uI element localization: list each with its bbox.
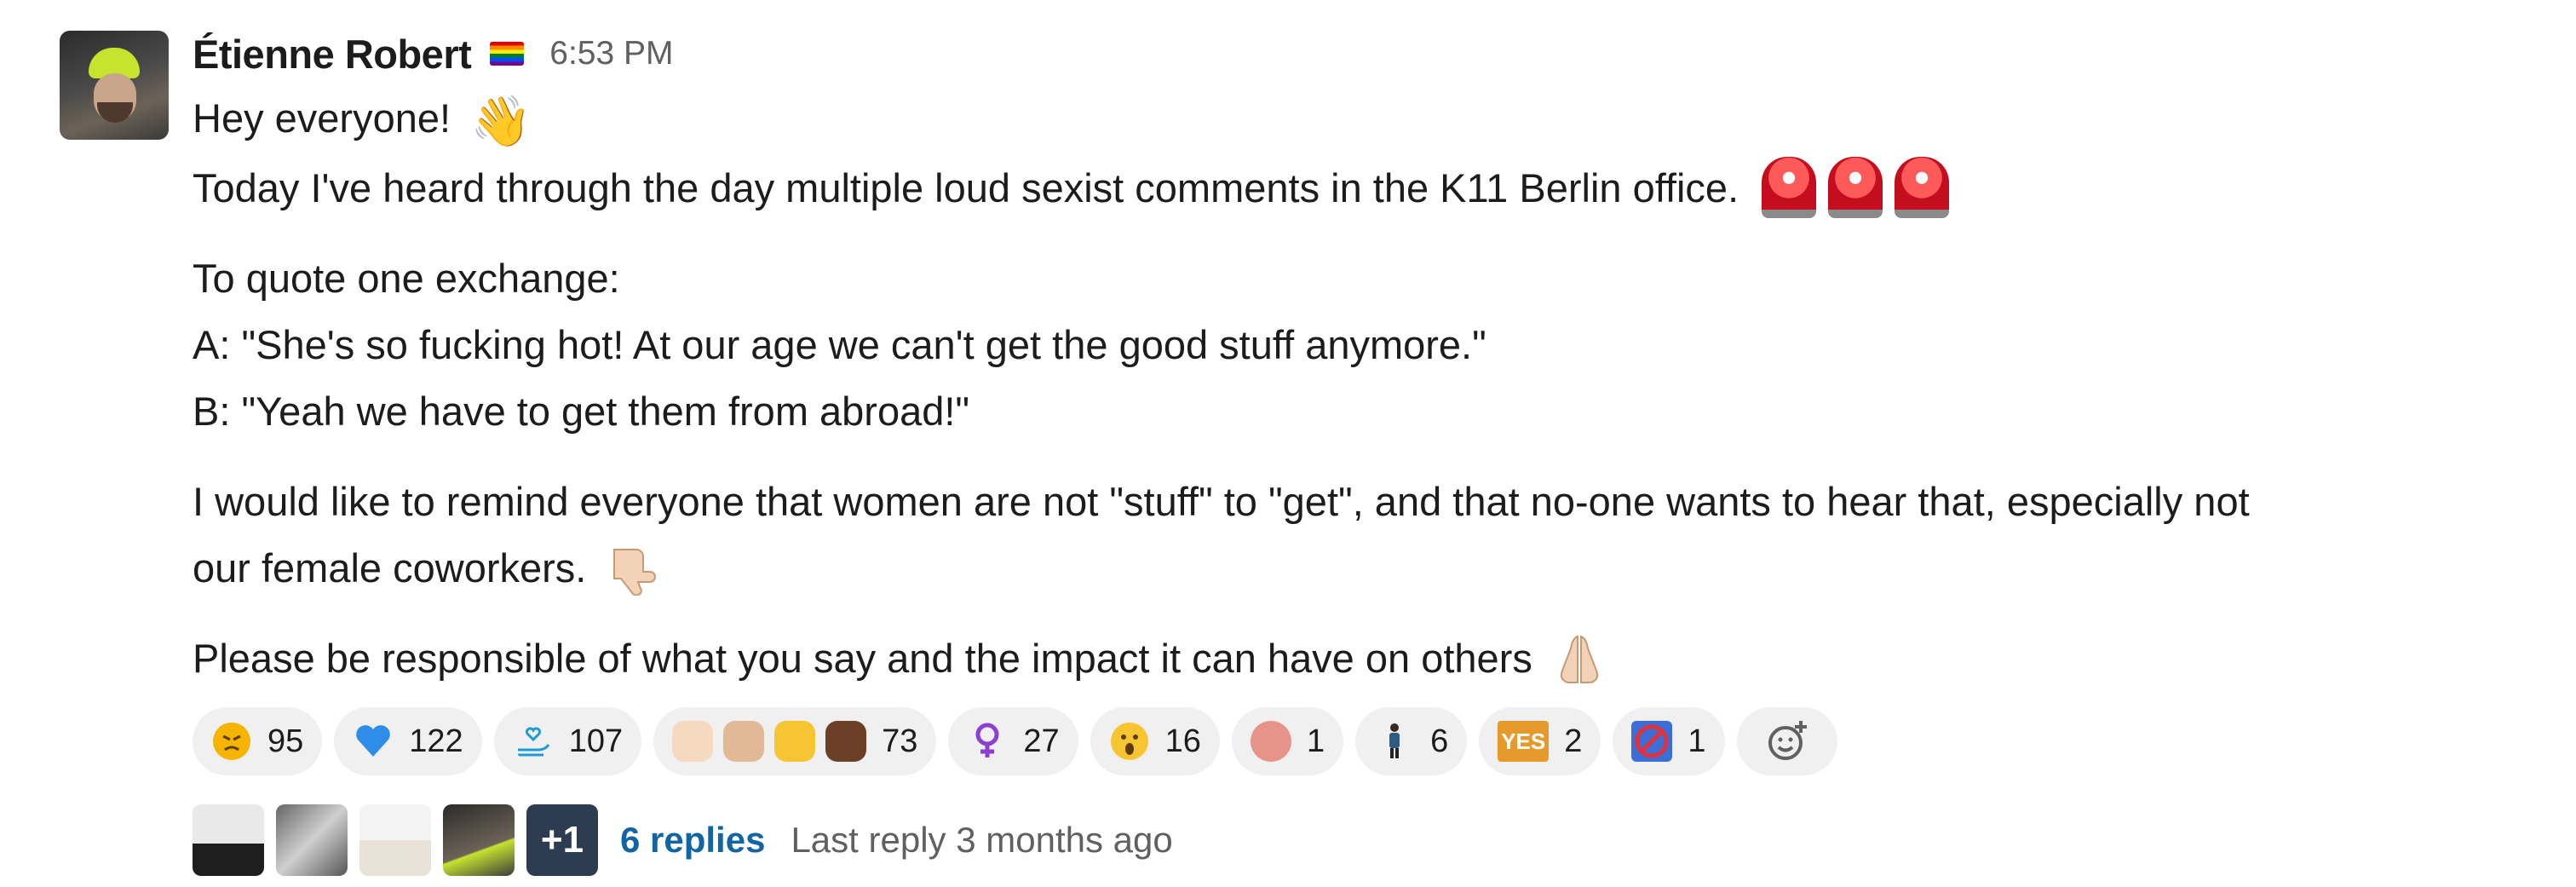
message-header: Étienne Robert 6:53 PM bbox=[193, 22, 2552, 85]
message-body: Hey everyone! 👋 Today I've heard through… bbox=[193, 85, 2552, 692]
waving-hand-icon: 👋 bbox=[470, 93, 532, 149]
rotating-light-icon bbox=[1762, 157, 1817, 219]
reaction-no-sign[interactable]: 1 bbox=[1613, 707, 1725, 776]
reaction-count: 2 bbox=[1564, 723, 1583, 759]
message-line: our female coworkers. bbox=[193, 535, 2552, 602]
reply-avatar[interactable] bbox=[359, 804, 431, 877]
add-reaction-icon bbox=[1768, 721, 1807, 761]
replies-link[interactable]: 6 replies bbox=[620, 820, 765, 861]
raised-fist-medium-light-icon bbox=[723, 721, 765, 763]
last-reply-text: Last reply 3 months ago bbox=[791, 820, 1173, 861]
reaction-count: 16 bbox=[1164, 723, 1201, 759]
message-line: Today I've heard through the day multipl… bbox=[193, 155, 2552, 222]
thumbs-down-icon bbox=[613, 548, 657, 596]
message-text: Please be responsible of what you say an… bbox=[193, 636, 1532, 682]
reaction-count: 6 bbox=[1430, 723, 1449, 759]
message-line: Hey everyone! 👋 bbox=[193, 85, 2552, 155]
reaction-yes[interactable]: YES 2 bbox=[1479, 707, 1601, 776]
overflow-count: +1 bbox=[540, 819, 584, 861]
reaction-helping-hand[interactable]: 107 bbox=[493, 707, 642, 776]
message-content: Étienne Robert 6:53 PM Hey everyone! 👋 T… bbox=[193, 22, 2552, 877]
add-reaction-button[interactable] bbox=[1736, 707, 1837, 776]
angry-face-icon bbox=[213, 723, 250, 761]
reaction-astonished[interactable]: 16 bbox=[1090, 707, 1220, 776]
thread-summary[interactable]: +1 6 replies Last reply 3 months ago bbox=[193, 804, 2552, 877]
message-timestamp[interactable]: 6:53 PM bbox=[549, 35, 673, 72]
reaction-female-sign[interactable]: 27 bbox=[948, 707, 1078, 776]
message-text: our female coworkers. bbox=[193, 545, 587, 591]
reaction-count: 27 bbox=[1023, 723, 1060, 759]
folded-hands-icon bbox=[1560, 635, 1599, 683]
message-text: Today I've heard through the day multipl… bbox=[193, 164, 1739, 210]
reaction-blue-heart[interactable]: 122 bbox=[334, 707, 482, 776]
reaction-count: 107 bbox=[568, 723, 624, 759]
message-line: A: "She's so fucking hot! At our age we … bbox=[193, 322, 1486, 368]
blue-heart-icon bbox=[356, 725, 391, 757]
reply-avatar[interactable] bbox=[443, 804, 515, 877]
raised-fist-dark-icon bbox=[825, 721, 867, 763]
rainbow-flag-icon bbox=[490, 42, 525, 66]
female-sign-icon bbox=[975, 723, 999, 758]
author-name[interactable]: Étienne Robert bbox=[193, 31, 472, 78]
reaction-count: 73 bbox=[882, 723, 918, 759]
message-line: Please be responsible of what you say an… bbox=[193, 625, 2552, 692]
message-line: B: "Yeah we have to get them from abroad… bbox=[193, 389, 970, 435]
raised-fist-light-icon bbox=[672, 721, 714, 763]
helping-hand-heart-icon bbox=[517, 727, 549, 757]
reaction-angry[interactable]: 95 bbox=[193, 707, 323, 776]
avatar-beard bbox=[97, 102, 133, 123]
reply-avatar-overflow[interactable]: +1 bbox=[526, 804, 598, 877]
reaction-count: 95 bbox=[267, 723, 304, 759]
custom-badge-icon bbox=[1250, 721, 1291, 763]
reaction-count: 1 bbox=[1688, 723, 1706, 759]
reaction-person[interactable]: 6 bbox=[1355, 707, 1468, 776]
author-avatar[interactable] bbox=[60, 31, 169, 140]
reaction-count: 1 bbox=[1306, 723, 1325, 759]
reply-avatar[interactable] bbox=[193, 804, 264, 877]
rotating-light-icon bbox=[1895, 157, 1950, 219]
yes-icon: YES bbox=[1498, 721, 1550, 763]
reaction-custom-badge[interactable]: 1 bbox=[1231, 707, 1344, 776]
reaction-raised-fists[interactable]: 73 bbox=[653, 707, 937, 776]
message-line: To quote one exchange: bbox=[193, 256, 620, 302]
reactions-bar: 95 122 107 73 27 16 1 6 YES 2 1 bbox=[193, 707, 2552, 776]
person-standing-icon bbox=[1389, 723, 1400, 759]
reaction-count: 122 bbox=[409, 723, 463, 759]
no-sign-icon bbox=[1631, 721, 1673, 763]
astonished-face-icon bbox=[1110, 723, 1148, 761]
rotating-light-icon bbox=[1828, 157, 1883, 219]
raised-fist-yellow-icon bbox=[774, 721, 816, 763]
message-line: I would like to remind everyone that wom… bbox=[193, 479, 2250, 525]
greeting-text: Hey everyone! bbox=[193, 95, 451, 141]
reply-avatar[interactable] bbox=[276, 804, 348, 877]
